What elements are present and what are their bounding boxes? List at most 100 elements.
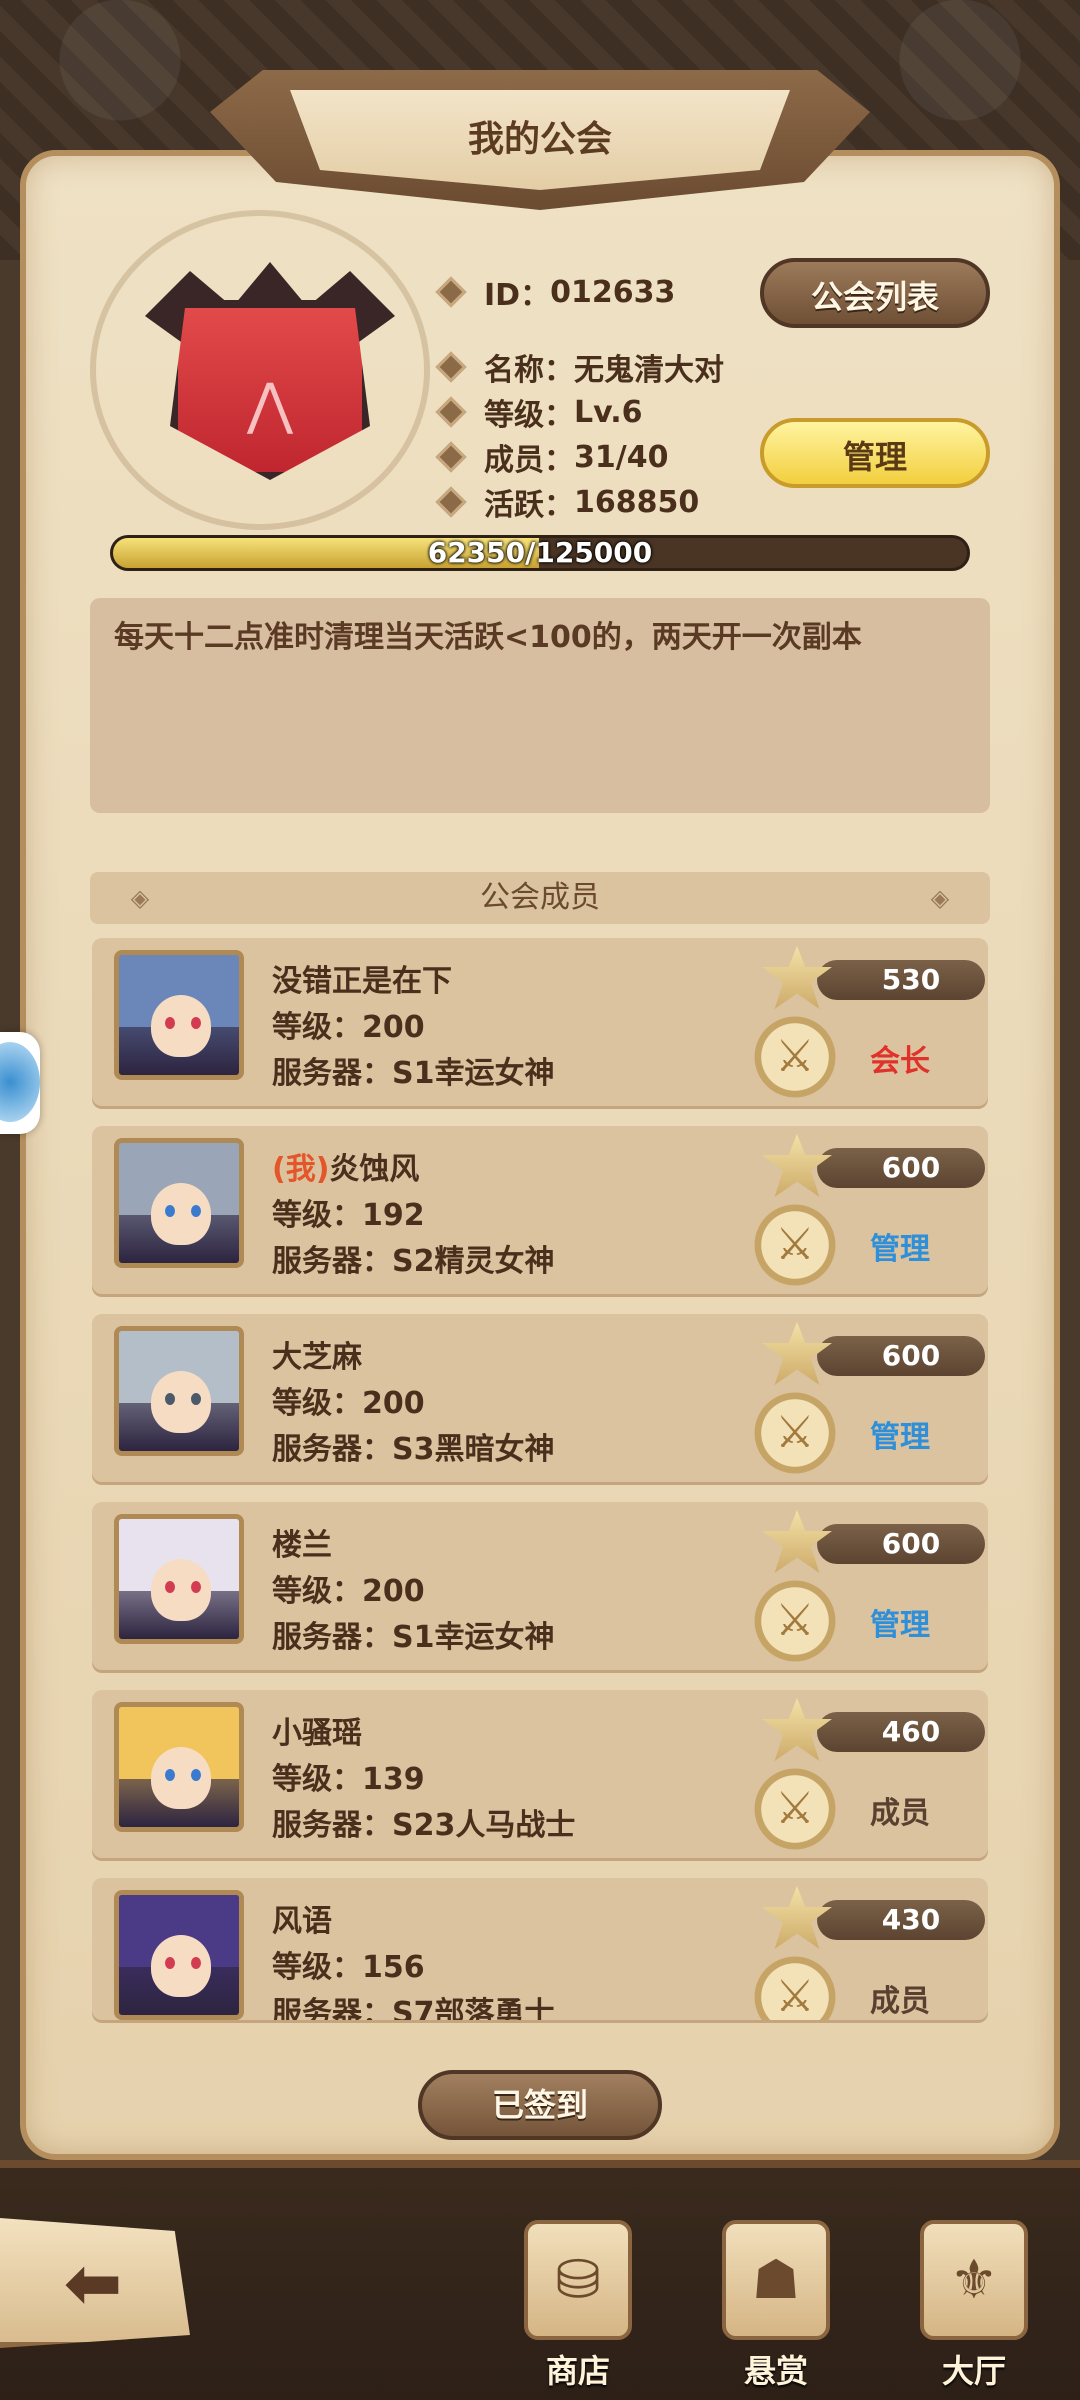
avatar-eye-left: [165, 1957, 175, 1969]
guild-members-label: 成员：: [484, 443, 574, 478]
crossed-swords-icon: ⚔: [775, 1219, 815, 1270]
shop-icon: ⛁: [524, 2220, 632, 2340]
avatar-eye-right: [191, 1205, 201, 1217]
member-score: 600: [817, 1148, 985, 1188]
nav-bounty-label: 悬赏: [743, 2352, 808, 2390]
member-name-row: 楼兰: [272, 1520, 332, 1564]
member-server: 服务器：S3黑暗女神: [272, 1432, 555, 1467]
diamond-bullet-icon: [435, 486, 467, 518]
member-name: 小骚瑶: [272, 1716, 362, 1751]
crossed-swords-icon: ⚔: [775, 1783, 815, 1834]
avatar-eye-right: [191, 1017, 201, 1029]
member-role: 管理: [870, 1608, 930, 1643]
hall-icon: ⚜: [920, 2220, 1028, 2340]
member-score: 430: [817, 1900, 985, 1940]
member-server: 服务器：S23人马战士: [272, 1808, 576, 1843]
crossed-swords-icon: ⚔: [775, 1595, 815, 1646]
page-title: 我的公会: [467, 119, 612, 160]
guild-members-row: 成员： 31/40: [435, 435, 669, 479]
diamond-bullet-icon: [435, 441, 467, 473]
member-name: 楼兰: [272, 1528, 332, 1563]
member-score: 600: [817, 1524, 985, 1564]
member-level: 等级：156: [272, 1950, 425, 1985]
avatar-eye-left: [165, 1205, 175, 1217]
member-avatar: [114, 950, 244, 1080]
member-name: 风语: [272, 1904, 332, 1939]
nav-bounty[interactable]: ☗ 悬赏: [706, 2220, 846, 2390]
guild-id-value: 012633: [550, 274, 676, 310]
member-name: 大芝麻: [272, 1340, 362, 1375]
avatar-face: [151, 1935, 211, 1997]
diamond-bullet-icon: [435, 351, 467, 383]
nav-shop[interactable]: ⛁ 商店: [508, 2220, 648, 2390]
nav-hall[interactable]: ⚜ 大厅: [904, 2220, 1044, 2390]
member-level: 等级：200: [272, 1386, 425, 1421]
members-section-title: 公会成员: [90, 872, 990, 924]
guild-level-row: 等级： Lv.6: [435, 390, 643, 434]
member-server: 服务器：S1幸运女神: [272, 1056, 555, 1091]
guild-notice: 每天十二点准时清理当天活跃<100的，两天开一次副本: [90, 598, 990, 813]
guild-activity-row: 活跃： 168850: [435, 480, 700, 524]
member-avatar: [114, 1138, 244, 1268]
avatar-eye-left: [165, 1581, 175, 1593]
activity-progress-text: 62350/125000: [427, 536, 653, 569]
member-name-row: 风语: [272, 1896, 332, 1940]
crossed-swords-icon: ⚔: [775, 1971, 815, 2020]
nav-hall-label: 大厅: [941, 2352, 1006, 2390]
guild-list-button[interactable]: 公会列表: [760, 258, 990, 328]
member-card[interactable]: 小骚瑶 等级：139 服务器：S23人马战士 460 ⚔ 成员: [92, 1690, 988, 1858]
avatar-face: [151, 995, 211, 1057]
member-avatar: [114, 1326, 244, 1456]
member-server: 服务器：S2精灵女神: [272, 1244, 555, 1279]
guild-id-label: ID：: [484, 278, 551, 313]
member-role: 成员: [870, 1984, 930, 2019]
member-card[interactable]: 大芝麻 等级：200 服务器：S3黑暗女神 600 ⚔ 管理: [92, 1314, 988, 1482]
member-role: 成员: [870, 1796, 930, 1831]
bounty-icon: ☗: [722, 2220, 830, 2340]
sign-in-button[interactable]: 已签到: [418, 2070, 662, 2140]
member-score: 460: [817, 1712, 985, 1752]
side-floating-tab[interactable]: [0, 1032, 40, 1134]
guild-level-value: Lv.6: [574, 394, 643, 430]
member-server: 服务器：S7部落勇士: [272, 1996, 555, 2020]
avatar-eye-right: [191, 1957, 201, 1969]
nav-shop-label: 商店: [545, 2352, 610, 2390]
avatar-face: [151, 1371, 211, 1433]
member-card[interactable]: (我)炎蚀风 等级：192 服务器：S2精灵女神 600 ⚔ 管理: [92, 1126, 988, 1294]
member-name-row: 小骚瑶: [272, 1708, 362, 1752]
guild-activity-value: 168850: [574, 484, 700, 520]
avatar-eye-left: [165, 1393, 175, 1405]
member-card[interactable]: 楼兰 等级：200 服务器：S1幸运女神 600 ⚔ 管理: [92, 1502, 988, 1670]
member-avatar: [114, 1702, 244, 1832]
ornament-right-icon: ◈: [930, 884, 950, 912]
member-role: 会长: [870, 1044, 930, 1079]
avatar-eye-left: [165, 1769, 175, 1781]
guild-id-row: ID： 012633: [435, 270, 676, 314]
member-level: 等级：192: [272, 1198, 425, 1233]
avatar-eye-left: [165, 1017, 175, 1029]
guild-members-value: 31/40: [574, 439, 669, 475]
guild-name-value: 无鬼清大对: [574, 353, 724, 388]
member-name: 炎蚀风: [329, 1152, 420, 1187]
emblem-symbol-icon: ⋀: [247, 372, 293, 437]
avatar-eye-right: [191, 1769, 201, 1781]
crossed-swords-icon: ⚔: [775, 1031, 815, 1082]
member-avatar: [114, 1514, 244, 1644]
guild-name-row: 名称： 无鬼清大对: [435, 345, 724, 389]
avatar-eye-right: [191, 1581, 201, 1593]
member-level: 等级：200: [272, 1010, 425, 1045]
member-name-row: (我)炎蚀风: [272, 1144, 419, 1188]
member-name: 没错正是在下: [272, 964, 452, 999]
guild-activity-label: 活跃：: [484, 488, 574, 523]
crossed-swords-icon: ⚔: [775, 1407, 815, 1458]
member-name-row: 没错正是在下: [272, 956, 452, 1000]
manage-button[interactable]: 管理: [760, 418, 990, 488]
back-arrow-icon: ⬅: [63, 2242, 123, 2324]
avatar-face: [151, 1183, 211, 1245]
member-score: 600: [817, 1336, 985, 1376]
avatar-face: [151, 1747, 211, 1809]
member-card[interactable]: 风语 等级：156 服务器：S7部落勇士 430 ⚔ 成员: [92, 1878, 988, 2020]
member-card[interactable]: 没错正是在下 等级：200 服务器：S1幸运女神 530 ⚔ 会长: [92, 938, 988, 1106]
member-level: 等级：200: [272, 1574, 425, 1609]
member-level: 等级：139: [272, 1762, 425, 1797]
